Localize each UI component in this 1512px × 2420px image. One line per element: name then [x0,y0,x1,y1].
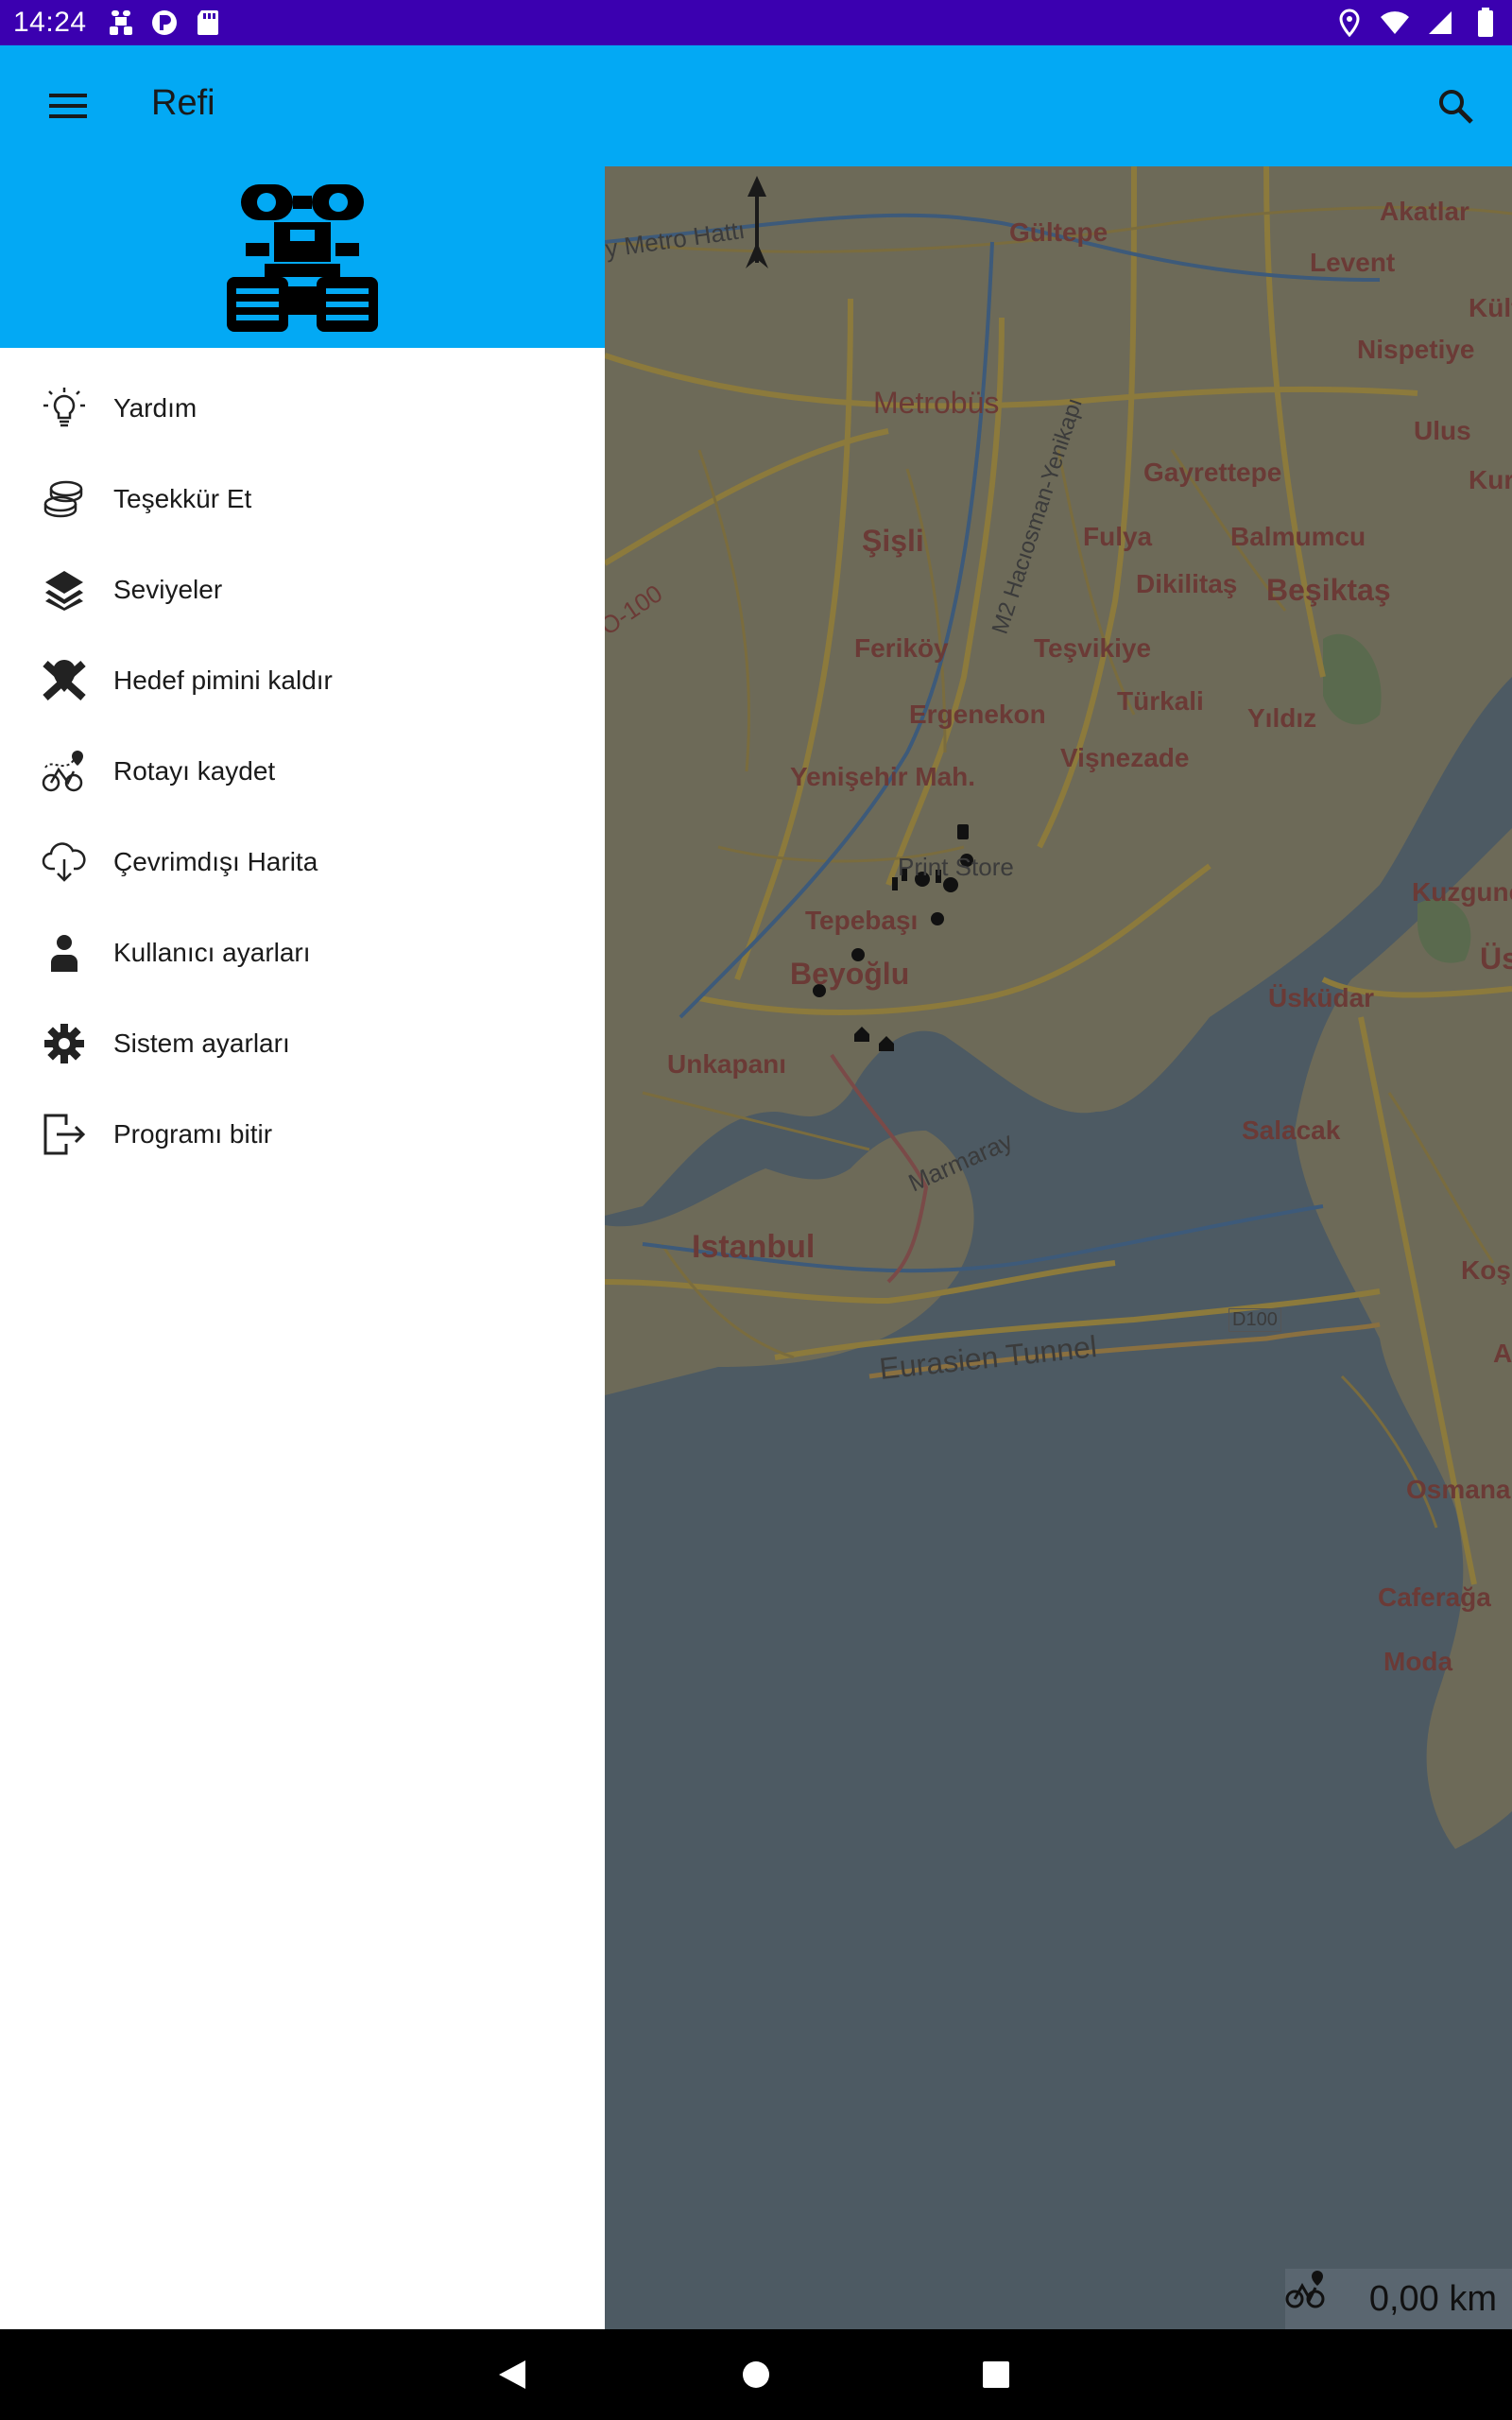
drawer-item-label: Seviyeler [113,575,223,604]
map-label-tesvikiye: Teşvikiye [1034,633,1152,663]
map-label-kur: Kur [1469,465,1512,494]
map-label-beyoglu: Beyoğlu [790,957,910,991]
robot-icon [106,8,136,38]
map-label-besiktas: Beşiktaş [1266,573,1391,607]
drawer-item-system-settings[interactable]: Sistem ayarları [0,998,605,1089]
person-icon [38,926,91,979]
map-label-gultepe: Gültepe [1009,217,1108,247]
drawer-item-offline-map[interactable]: Çevrimdışı Harita [0,817,605,908]
map-label-kos: Koşu [1461,1255,1512,1285]
map-label-kultur: Kültür [1469,293,1512,322]
map-label-ulus: Ulus [1414,416,1471,445]
map-label-yenisehir: Yenişehir Mah. [790,762,976,791]
drawer-item-remove-pin[interactable]: Hedef pimini kaldır [0,635,605,726]
map-label-dikilitas: Dikilitaş [1136,569,1238,598]
location-icon [1334,8,1365,38]
signal-icon [1425,8,1455,38]
back-icon[interactable] [490,2352,535,2397]
map-label-uskudar: Üsküdar [1268,983,1375,1012]
road-label-d100: D100 [1228,1308,1281,1332]
map-label-kuzgunc: Kuzgunc [1412,877,1512,907]
gear-icon [38,1017,91,1070]
drawer-header [0,166,605,348]
drawer-item-label: Çevrimdışı Harita [113,847,318,876]
search-icon[interactable] [1421,78,1489,134]
map-label-ferikoy: Feriköy [854,633,949,663]
map-label-turkali: Türkali [1117,686,1204,716]
drawer-item-label: Teşekkür Et [113,484,252,513]
map-label-moda: Moda [1383,1647,1453,1676]
drawer-item-exit[interactable]: Programı bitir [0,1089,605,1180]
map-view[interactable]: Akatlar Gültepe Levent Kültür Nispetiye … [605,166,1512,2329]
map-label-unkapani: Unkapanı [667,1049,787,1079]
map-label-sisli: Şişli [862,524,924,558]
layers-icon [38,563,91,616]
map-label-osmana: Osmana [1406,1475,1511,1504]
drawer-item-save-route[interactable]: Rotayı kaydet [0,726,605,817]
map-label-salacak: Salacak [1242,1115,1341,1145]
drawer-menu: Yardım Teşekkür Et Seviyeler Hedef pimin… [0,348,605,1180]
hamburger-menu-icon[interactable] [34,79,102,132]
map-label-yildiz: Yıldız [1247,703,1317,733]
battery-icon [1470,8,1501,38]
drawer-item-label: Sistem ayarları [113,1028,290,1058]
map-label-istanbul: Istanbul [692,1229,816,1265]
lightbulb-icon [38,382,91,435]
map-label-akatlar: Akatlar [1380,197,1469,226]
status-bar: 14:24 [0,0,1512,45]
drawer-item-label: Hedef pimini kaldır [113,666,333,695]
map-label-ergenekon: Ergenekon [909,700,1046,729]
map-label-caferaga: Caferağa [1378,1582,1491,1612]
map-label-a: A [1493,1339,1512,1368]
north-arrow-icon[interactable] [743,176,771,270]
drawer-item-help[interactable]: Yardım [0,363,605,454]
bike-route-icon [38,745,91,798]
wifi-icon [1380,8,1410,38]
status-time: 14:24 [13,7,87,38]
exit-icon [38,1108,91,1161]
drawer-item-levels[interactable]: Seviyeler [0,544,605,635]
drawer-item-label: Programı bitir [113,1119,273,1149]
distance-value: 0,00 km [1368,2278,1497,2319]
coins-icon [38,473,91,526]
home-icon[interactable] [733,2352,779,2397]
map-label-levent: Levent [1310,248,1396,277]
map-label-balmumcu: Balmumcu [1230,522,1366,551]
app-bar: Refi [0,45,1512,166]
remove-pin-icon [38,654,91,707]
robot-logo [222,175,383,340]
cloud-download-icon [38,836,91,889]
system-nav-bar [0,2329,1512,2420]
app-title: Refi [151,83,215,123]
map-label-metrobus: Metrobüs [873,386,1000,420]
drawer-item-user-settings[interactable]: Kullanıcı ayarları [0,908,605,998]
drawer-item-label: Rotayı kaydet [113,756,276,786]
drawer-item-label: Yardım [113,393,198,423]
drawer-item-thanks[interactable]: Teşekkür Et [0,454,605,544]
distance-display[interactable]: 0,00 km [1285,2269,1512,2329]
navigation-drawer: Yardım Teşekkür Et Seviyeler Hedef pimin… [0,166,605,2329]
map-label-visnezade: Vişnezade [1060,743,1190,772]
map-label-gayrettepe: Gayrettepe [1143,458,1282,487]
drawer-item-label: Kullanıcı ayarları [113,938,311,967]
map-label-nispetiye: Nispetiye [1357,335,1475,364]
map-label-print-store: Print Store [898,853,1014,881]
map-label-usku: Üsku [1480,942,1512,976]
map-label-fulya: Fulya [1083,522,1153,551]
sd-card-icon [193,8,223,38]
recents-icon[interactable] [973,2352,1019,2397]
map-label-tepebasi: Tepebaşı [805,906,919,935]
p-badge-icon [149,8,180,38]
